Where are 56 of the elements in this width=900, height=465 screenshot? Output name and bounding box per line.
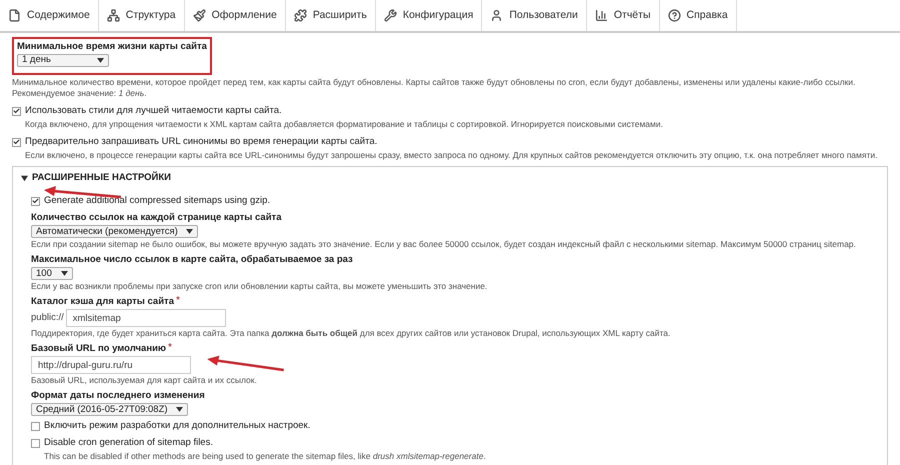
field-description: Поддиректория, где будет храниться карта сайта. Эта папка должна быть общей для всех других сайтов или установок Drupal, использующих XML карту сайта. bbox=[31, 328, 672, 340]
caret-icon bbox=[186, 229, 193, 234]
toolbar-tab[interactable]: Расширить bbox=[286, 0, 376, 31]
checkbox-label: Использовать стили для лучшей читаемости карты сайта. bbox=[25, 105, 282, 117]
field-description: Базовый URL, используемая для карт сайта и их ссылок. bbox=[31, 375, 258, 386]
user-icon bbox=[490, 9, 504, 22]
caret-icon bbox=[61, 271, 68, 276]
field-prefix: public:// bbox=[31, 311, 64, 326]
checkbox-label: Включить режим разработки для дополнительных настроек. bbox=[44, 420, 310, 432]
dropdown[interactable]: Средний (2016-05-27T09:08Z) bbox=[31, 403, 188, 416]
field-label: Формат даты последнего изменения bbox=[31, 390, 205, 402]
field-label: Каталог кэша для карты сайта bbox=[31, 296, 174, 308]
input-field[interactable]: xmlsitemap bbox=[66, 309, 226, 328]
field-description: Если при создании sitemap не было ошибок, вы можете вручную задать это значение. Если у вас более 50000 ссылок, будет создан индексный файл с несколькими sitemap. Максимум 50000 страниц sitemap. bbox=[31, 239, 857, 250]
field-description: Рекомендуемое значение: 1 день. bbox=[12, 88, 148, 99]
checkbox[interactable] bbox=[31, 196, 40, 206]
field-description: Если включено, в процессе генерации карты сайта все URL-синонимы будут запрошены сразу, вместо запроса по одному. Для крупных сайтов рекомендуется отключить эту опцию, т.к. она потребляет много памяти. bbox=[25, 150, 878, 161]
dropdown[interactable]: 100 bbox=[31, 267, 73, 280]
required-mark: * bbox=[168, 343, 172, 354]
caret-icon bbox=[97, 58, 104, 63]
checkbox-label: Предварительно запрашивать URL синонимы во время генерации карты сайта. bbox=[25, 136, 378, 148]
checkbox[interactable] bbox=[12, 138, 21, 146]
toolbar-tab[interactable]: Отчёты bbox=[586, 0, 660, 31]
dropdown[interactable]: 1 день bbox=[17, 54, 109, 67]
field-description: Минимальное количество времени, которое пройдет перед тем, как карты сайта будут обновлены. Карты сайтов также будут обновлены по cron, если будут добавлены, изменены или удалены какие-либо ссылки. bbox=[12, 77, 856, 88]
input-field[interactable]: http://drupal-guru.ru/ru bbox=[31, 356, 191, 374]
chart-icon bbox=[594, 9, 608, 22]
caret-icon bbox=[176, 407, 183, 412]
toolbar-tab[interactable]: Конфигурация bbox=[376, 0, 482, 31]
tree-icon bbox=[106, 9, 120, 22]
field-description: Если у вас возникли проблемы при запуске cron или обновлении карты сайта, вы можете уменьшить это значение. bbox=[31, 281, 488, 292]
file-icon bbox=[8, 9, 21, 22]
checkbox-label: Disable cron generation of sitemap files. bbox=[44, 437, 213, 450]
wrench-icon bbox=[384, 9, 397, 22]
required-mark: * bbox=[176, 296, 180, 306]
toolbar-tab[interactable]: Содержимое bbox=[0, 0, 99, 31]
help-icon bbox=[668, 9, 681, 22]
details-summary[interactable]: РАСШИРЕННЫЕ НАСТРОЙКИ bbox=[13, 167, 887, 190]
toolbar-tab[interactable]: Справка bbox=[660, 0, 737, 31]
field-label: Минимальное время жизни карты сайта bbox=[17, 41, 207, 53]
checkbox[interactable] bbox=[31, 438, 40, 448]
field-description: Когда включено, для упрощения читаемости к XML картам сайта добавляется форматирование и таблицы с сортировкой. Игнорируется поисковыми системами. bbox=[25, 119, 664, 130]
checkbox[interactable] bbox=[12, 106, 21, 116]
checkbox[interactable] bbox=[31, 422, 40, 431]
brush-icon bbox=[192, 9, 206, 22]
dropdown[interactable]: Автоматически (рекомендуется) bbox=[31, 225, 198, 238]
field-label: Количество ссылок на каждой странице карты сайта bbox=[31, 212, 282, 224]
checkbox-label: Generate additional compressed sitemaps using gzip. bbox=[44, 195, 270, 208]
toolbar-tab[interactable]: Оформление bbox=[184, 0, 286, 31]
toolbar-tab[interactable]: Структура bbox=[98, 0, 185, 31]
toolbar-tab[interactable]: Пользователи bbox=[482, 0, 587, 31]
field-label: Базовый URL по умолчанию bbox=[31, 343, 166, 356]
field-label: Максимальное число ссылок в карте сайта, обрабатываемое за раз bbox=[31, 254, 353, 266]
caret-icon bbox=[21, 174, 28, 182]
puzzle-icon bbox=[294, 9, 307, 22]
field-description: This can be disabled if other methods are being used to generate the sitemap files, like drush xmlsitemap-regenerate. bbox=[44, 451, 487, 462]
